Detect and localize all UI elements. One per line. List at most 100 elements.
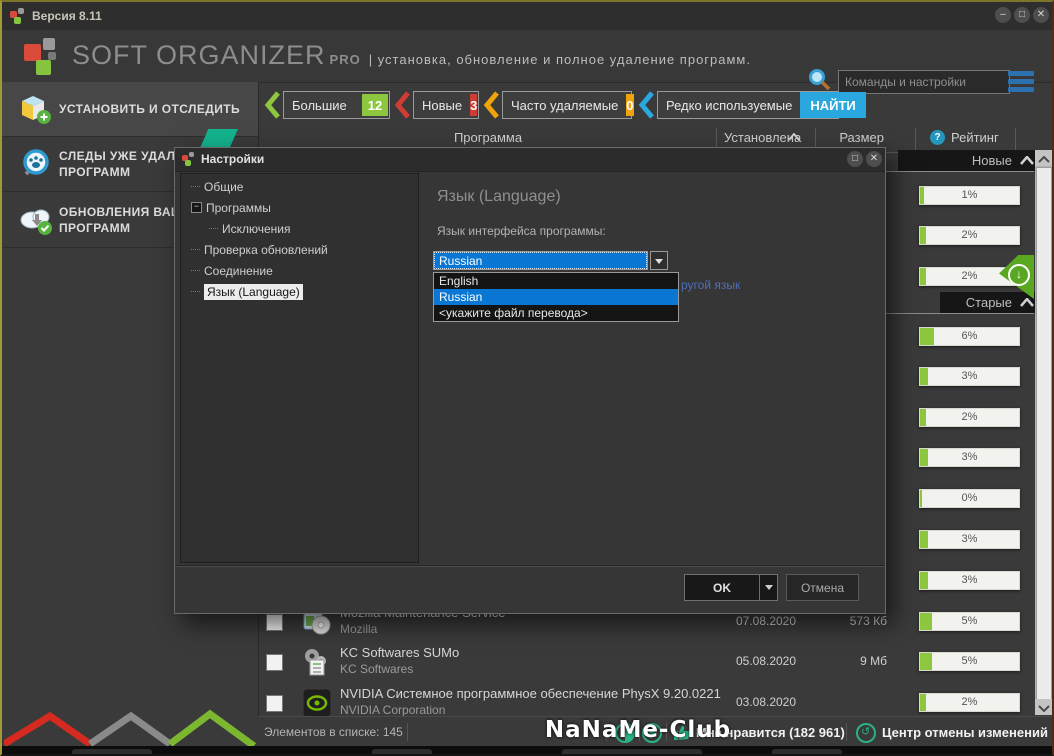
rating-bar: 3% bbox=[919, 448, 1020, 467]
zigzag-decoration bbox=[4, 692, 256, 752]
undo-center-label[interactable]: Центр отмены изменений bbox=[882, 725, 1048, 740]
dialog-maximize-button[interactable]: □ bbox=[847, 151, 863, 167]
window-title: Версия 8.11 bbox=[32, 9, 102, 23]
nvidia-app-icon bbox=[302, 688, 332, 718]
filter-large[interactable]: Большие 12 bbox=[283, 91, 390, 119]
sidebar-item-label: УСТАНОВИТЬ И ОТСЛЕДИТЬ bbox=[59, 101, 240, 117]
chevron-often-icon bbox=[483, 91, 500, 119]
option-english[interactable]: English bbox=[434, 273, 678, 289]
rating-bar: 2% bbox=[919, 408, 1020, 427]
collapse-icon bbox=[1020, 298, 1034, 307]
dialog-title: Настройки bbox=[201, 152, 264, 166]
chevron-new-icon bbox=[394, 91, 411, 119]
option-russian[interactable]: Russian bbox=[434, 289, 678, 305]
settings-dialog: Настройки □ ✕ Общие −Программы Исключени… bbox=[174, 147, 886, 614]
tree-item-general[interactable]: Общие bbox=[191, 178, 418, 195]
undo-center-icon: ↺ bbox=[856, 723, 876, 743]
chevron-rare-icon bbox=[638, 91, 655, 119]
translate-link[interactable]: ругой язык bbox=[681, 278, 740, 292]
brand-title: SOFT ORGANIZER PRO | установка, обновление… bbox=[72, 40, 751, 71]
app-logo-icon bbox=[24, 36, 64, 76]
column-divider bbox=[1015, 128, 1016, 150]
dialog-close-button[interactable]: ✕ bbox=[866, 151, 882, 167]
install-date: 07.08.2020 bbox=[716, 614, 816, 628]
rating-bar: 1% bbox=[919, 186, 1020, 205]
app-window: Версия 8.11 – □ ✕ SOFT ORGANIZER PRO | уст… bbox=[0, 0, 1054, 756]
program-name: NVIDIA Системное программное обеспечение… bbox=[340, 686, 721, 701]
find-button[interactable]: НАЙТИ bbox=[800, 92, 865, 118]
rating-bar: 3% bbox=[919, 571, 1020, 590]
install-date: 05.08.2020 bbox=[716, 654, 816, 668]
settings-tree: Общие −Программы Исключения Проверка обн… bbox=[180, 173, 419, 563]
app-icon bbox=[10, 8, 26, 24]
filter-rarely-used[interactable]: Редко используемые НАЙТИ bbox=[657, 91, 839, 119]
minimize-button[interactable]: – bbox=[995, 7, 1011, 23]
divider bbox=[407, 723, 408, 741]
sort-asc-icon bbox=[788, 133, 800, 141]
taskbar-strip bbox=[2, 746, 1054, 756]
tree-item-exclusions[interactable]: Исключения bbox=[209, 220, 418, 237]
language-label: Язык интерфейса программы: bbox=[437, 224, 606, 238]
collapse-icon bbox=[1020, 156, 1034, 165]
brand-tagline: | установка, обновление и полное удалени… bbox=[369, 52, 751, 67]
brand-pro: PRO bbox=[330, 52, 361, 67]
language-combo[interactable]: Russian bbox=[433, 251, 648, 270]
search-input[interactable] bbox=[838, 70, 1010, 94]
chevron-large-icon bbox=[264, 91, 281, 119]
tree-item-programs[interactable]: −Программы bbox=[191, 199, 418, 216]
program-size: 573 Кб bbox=[802, 614, 887, 628]
dialog-title-bar[interactable]: Настройки □ ✕ bbox=[175, 148, 885, 172]
group-header-new[interactable]: Новые bbox=[898, 150, 1040, 171]
ok-dropdown-icon[interactable] bbox=[759, 574, 778, 601]
sidebar-item-install[interactable]: УСТАНОВИТЬ И ОТСЛЕДИТЬ bbox=[2, 82, 258, 137]
menu-icon[interactable] bbox=[1008, 71, 1034, 95]
rating-help-icon[interactable]: ? bbox=[930, 130, 945, 145]
row-checkbox[interactable] bbox=[266, 695, 283, 712]
rating-bar: 2% bbox=[919, 226, 1020, 245]
program-vendor: NVIDIA Corporation bbox=[340, 703, 445, 717]
cancel-button[interactable]: Отмена bbox=[786, 574, 859, 601]
cloud-update-icon bbox=[18, 204, 52, 236]
table-row[interactable]: KC Softwares SUMo KC Softwares 05.08.202… bbox=[258, 642, 1034, 682]
rating-bar: 0% bbox=[919, 489, 1020, 508]
ok-button[interactable]: OK bbox=[684, 574, 760, 601]
filter-large-badge: 12 bbox=[362, 94, 388, 116]
tree-item-language[interactable]: Язык (Language) bbox=[191, 283, 418, 300]
close-button[interactable]: ✕ bbox=[1033, 7, 1049, 23]
column-rating[interactable]: Рейтинг bbox=[951, 130, 999, 145]
rating-bar: 3% bbox=[919, 367, 1020, 386]
filter-often-removed[interactable]: Часто удаляемые 0 bbox=[502, 91, 632, 119]
column-program[interactable]: Программа bbox=[260, 130, 716, 145]
option-custom-file[interactable]: <укажите файл перевода> bbox=[434, 305, 678, 321]
combo-dropdown-icon[interactable] bbox=[650, 251, 668, 270]
tree-item-connection[interactable]: Соединение bbox=[191, 262, 418, 279]
group-header-old[interactable]: Старые bbox=[940, 292, 1040, 313]
column-divider bbox=[915, 128, 916, 150]
scroll-up-icon[interactable] bbox=[1035, 150, 1053, 166]
scroll-down-icon[interactable] bbox=[1035, 699, 1053, 715]
watermark: NaNaMe-Club bbox=[458, 717, 818, 743]
row-checkbox[interactable] bbox=[266, 614, 283, 631]
title-bar: Версия 8.11 – □ ✕ bbox=[2, 2, 1052, 31]
panel-heading: Язык (Language) bbox=[437, 188, 561, 206]
dialog-icon bbox=[182, 152, 198, 168]
rating-bar: 6% bbox=[919, 327, 1020, 346]
app-header: SOFT ORGANIZER PRO | установка, обновление… bbox=[2, 30, 1052, 83]
rating-bar: 3% bbox=[919, 530, 1020, 549]
program-name: KC Softwares SUMo bbox=[340, 645, 459, 660]
language-dropdown-list: English Russian <укажите файл перевода> bbox=[433, 272, 679, 322]
maximize-button[interactable]: □ bbox=[1014, 7, 1030, 23]
rating-bar: 2% bbox=[919, 693, 1020, 712]
tree-item-update-check[interactable]: Проверка обновлений bbox=[191, 241, 418, 258]
rating-bar: 5% bbox=[919, 612, 1020, 631]
scrollbar-thumb[interactable] bbox=[1036, 167, 1052, 713]
divider bbox=[846, 723, 847, 741]
sumo-app-icon bbox=[302, 647, 332, 677]
brand-name: SOFT ORGANIZER bbox=[72, 40, 326, 70]
filter-new[interactable]: Новые 3 bbox=[413, 91, 479, 119]
program-size: 9 Мб bbox=[802, 654, 887, 668]
row-checkbox[interactable] bbox=[266, 654, 283, 671]
scrollbar[interactable] bbox=[1035, 150, 1053, 715]
paw-search-icon bbox=[18, 148, 52, 180]
dialog-footer: OK Отмена bbox=[175, 565, 885, 615]
